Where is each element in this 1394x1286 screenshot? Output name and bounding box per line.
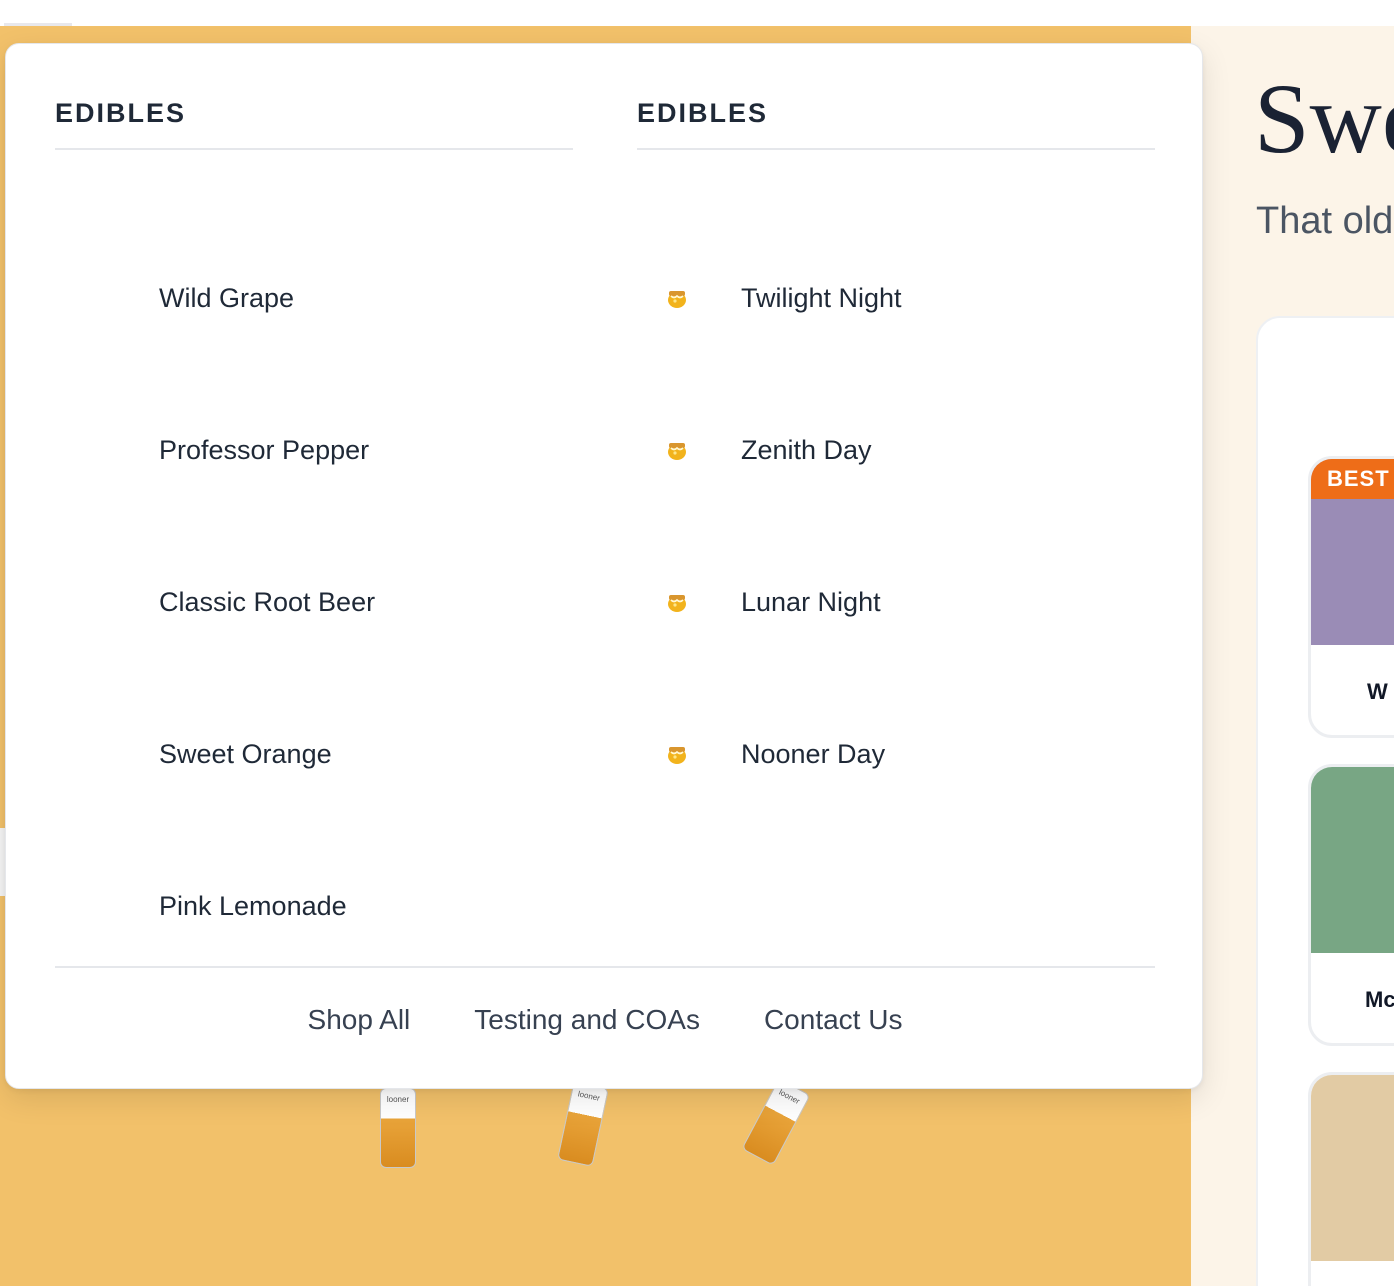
product-can-image: looner xyxy=(380,1088,416,1168)
menu-item-label: Twilight Night xyxy=(741,282,902,313)
product-card[interactable] xyxy=(1308,1072,1394,1286)
menu-item-pink-lemonade[interactable]: Pink Lemonade xyxy=(55,876,573,936)
menu-column-right: EDIBLES Twilight Night Zenith Day Lunar … xyxy=(637,96,1155,769)
menu-item-label: Nooner Day xyxy=(741,738,886,769)
testing-coas-link[interactable]: Testing and COAs xyxy=(474,1004,700,1036)
menu-item-zenith-day[interactable]: Zenith Day xyxy=(637,420,1155,480)
menu-item-label: Pink Lemonade xyxy=(159,890,347,921)
product-name: Mc xyxy=(1365,987,1394,1012)
top-bar xyxy=(0,0,1394,26)
bestseller-badge: BEST xyxy=(1311,459,1394,499)
honey-pot-icon xyxy=(668,747,686,764)
menu-item-label: Classic Root Beer xyxy=(159,586,376,617)
contact-us-link[interactable]: Contact Us xyxy=(764,1004,903,1036)
shop-all-link[interactable]: Shop All xyxy=(308,1004,411,1036)
honey-pot-icon xyxy=(637,438,741,462)
menu-item-sweet-orange[interactable]: Sweet Orange xyxy=(55,724,573,784)
honey-pot-icon xyxy=(668,443,686,460)
can-brand-label: looner xyxy=(386,1095,410,1104)
menu-item-label: Sweet Orange xyxy=(159,738,332,769)
product-card[interactable]: Mc xyxy=(1308,764,1394,1046)
menu-item-nooner-day[interactable]: Nooner Day xyxy=(637,724,1155,784)
collection-title: Swe xyxy=(1254,63,1394,174)
menu-item-label: Lunar Night xyxy=(741,586,881,617)
honey-pot-icon xyxy=(637,286,741,310)
collection-subtitle: That old xyxy=(1256,200,1394,242)
column-heading: EDIBLES xyxy=(637,96,1155,150)
column-heading: EDIBLES xyxy=(55,96,573,150)
honey-pot-icon xyxy=(668,595,686,612)
product-card[interactable]: BEST W xyxy=(1308,456,1394,738)
menu-item-twilight-night[interactable]: Twilight Night xyxy=(637,268,1155,328)
product-image xyxy=(1311,767,1394,953)
footer-links: Shop All Testing and COAs Contact Us xyxy=(55,1004,1155,1036)
menu-item-label: Professor Pepper xyxy=(159,434,370,465)
product-image xyxy=(1311,1075,1394,1261)
product-name: W xyxy=(1367,679,1388,704)
menu-item-classic-root-beer[interactable]: Classic Root Beer xyxy=(55,572,573,632)
honey-pot-icon xyxy=(637,742,741,766)
menu-item-professor-pepper[interactable]: Professor Pepper xyxy=(55,420,573,480)
menu-footer: Shop All Testing and COAs Contact Us xyxy=(55,966,1155,1066)
menu-item-label: Zenith Day xyxy=(741,434,872,465)
menu-item-wild-grape[interactable]: Wild Grape xyxy=(55,268,573,328)
honey-pot-icon xyxy=(637,590,741,614)
mega-menu-dropdown: EDIBLES Wild Grape Professor Pepper Clas… xyxy=(5,43,1203,1089)
menu-item-lunar-night[interactable]: Lunar Night xyxy=(637,572,1155,632)
menu-column-left: EDIBLES Wild Grape Professor Pepper Clas… xyxy=(55,96,573,921)
page: looner looner looner Swe That old BEST W… xyxy=(0,0,1394,1286)
honey-pot-icon xyxy=(668,291,686,308)
can-brand-label: looner xyxy=(577,1089,601,1103)
menu-item-label: Wild Grape xyxy=(159,282,295,313)
